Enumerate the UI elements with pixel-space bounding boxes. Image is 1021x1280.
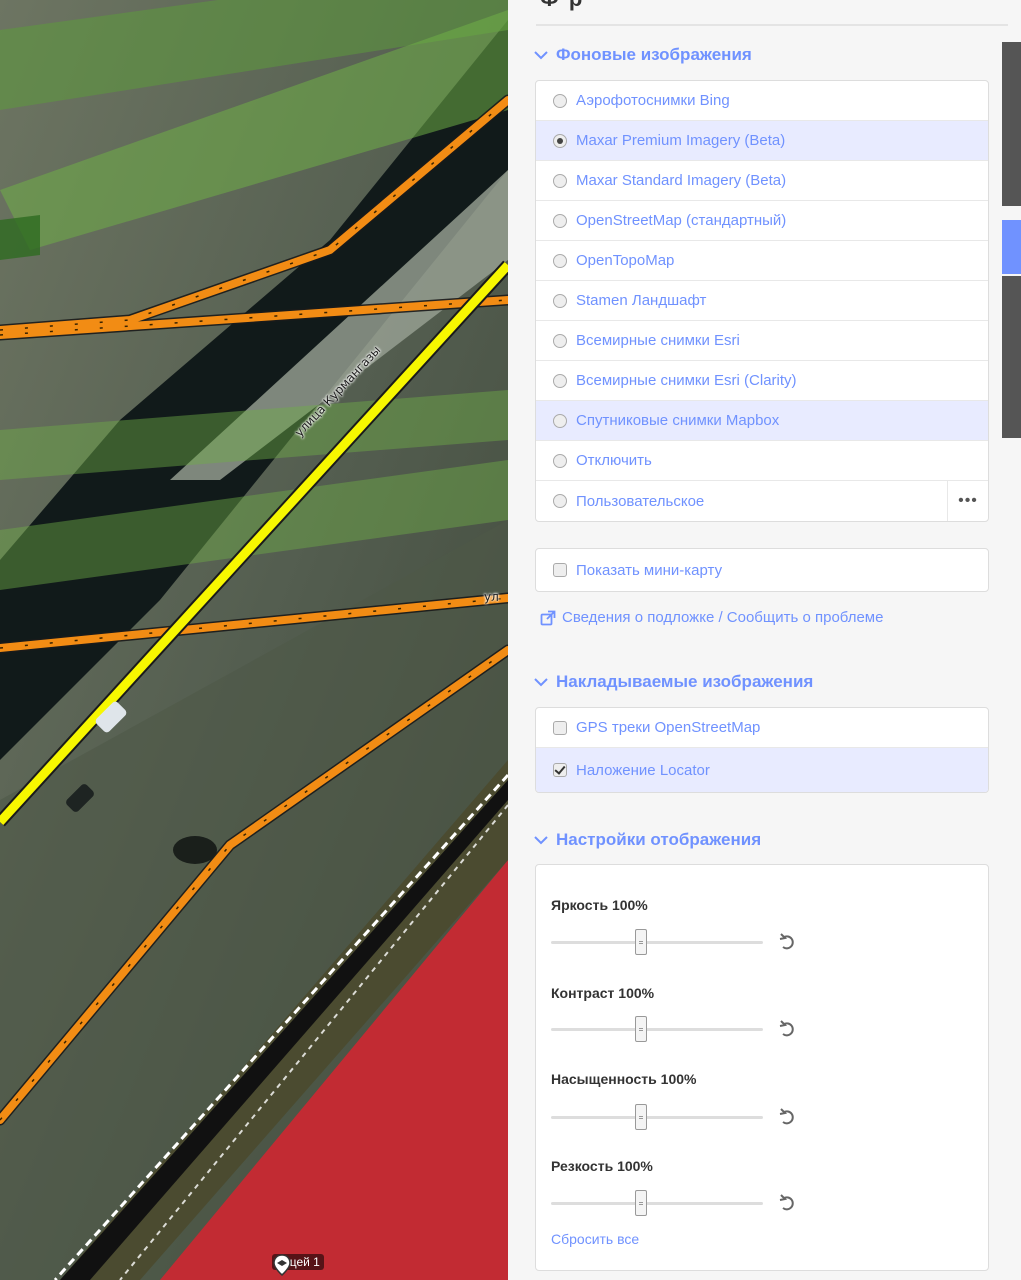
reset-all-link[interactable]: Сбросить все	[551, 1231, 639, 1247]
school-pin-icon	[273, 1254, 291, 1276]
option-label: GPS треки OpenStreetMap	[576, 719, 761, 736]
pane-title: Ф р	[540, 0, 584, 12]
checkbox-icon[interactable]	[553, 720, 567, 735]
contrast-slider-thumb[interactable]	[635, 1016, 647, 1042]
background-option-esri[interactable]: Всемирные снимки Esri	[536, 321, 988, 361]
section-title-background: Фоновые изображения	[556, 45, 752, 64]
background-option-opentopomap[interactable]: OpenTopoMap	[536, 241, 988, 281]
option-label: Maxar Standard Imagery (Beta)	[576, 172, 787, 189]
radio-checked-icon[interactable]	[553, 133, 567, 148]
undo-icon[interactable]	[778, 932, 798, 952]
info-link-text: Сведения о подложке / Сообщить о проблем…	[562, 609, 884, 626]
option-label: Наложение Locator	[576, 761, 710, 779]
undo-icon[interactable]	[778, 1019, 798, 1039]
radio-icon[interactable]	[553, 413, 567, 428]
display-options-box: Яркость 100% Контраст 100% Насыщенность …	[535, 864, 989, 1271]
option-label: OpenStreetMap (стандартный)	[576, 212, 787, 229]
background-option-stamen[interactable]: Stamen Ландшафт	[536, 281, 988, 321]
background-pane-button[interactable]	[1002, 220, 1021, 274]
chevron-down-icon	[534, 678, 548, 687]
minimap-label: Показать мини-карту	[576, 561, 723, 579]
radio-icon[interactable]	[553, 494, 567, 508]
radio-icon[interactable]	[553, 293, 567, 308]
radio-icon[interactable]	[553, 93, 567, 108]
minimap-toggle[interactable]: Показать мини-карту	[536, 549, 988, 591]
map-controls-bottom[interactable]	[1002, 276, 1021, 438]
background-option-maxar-standard[interactable]: Maxar Standard Imagery (Beta)	[536, 161, 988, 201]
radio-icon[interactable]	[553, 253, 567, 268]
radio-icon[interactable]	[553, 333, 567, 348]
contrast-slider[interactable]	[551, 1028, 763, 1031]
overlay-list: GPS треки OpenStreetMap Наложение Locato…	[535, 707, 989, 793]
radio-icon[interactable]	[553, 453, 567, 468]
background-info-link[interactable]: Сведения о подложке / Сообщить о проблем…	[540, 609, 883, 626]
map-imagery	[0, 0, 508, 1280]
brightness-slider-thumb[interactable]	[635, 929, 647, 955]
overlay-option-locator[interactable]: Наложение Locator	[536, 748, 988, 792]
sharpness-slider-thumb[interactable]	[635, 1190, 647, 1216]
option-label: Пользовательское	[576, 492, 705, 510]
section-title-display: Настройки отображения	[556, 830, 762, 849]
section-toggle-display[interactable]: Настройки отображения	[534, 830, 761, 850]
chevron-down-icon	[534, 836, 548, 845]
background-list: Аэрофотоснимки Bing Maxar Premium Imager…	[535, 80, 989, 522]
background-option-mapbox[interactable]: Спутниковые снимки Mapbox	[536, 401, 988, 441]
checkbox-icon[interactable]	[553, 563, 567, 577]
background-option-custom[interactable]: Пользовательское •••	[536, 481, 988, 521]
radio-icon[interactable]	[553, 373, 567, 388]
external-link-icon	[540, 610, 556, 625]
option-label: Спутниковые снимки Mapbox	[576, 412, 780, 429]
option-label: Всемирные снимки Esri (Clarity)	[576, 372, 797, 389]
background-option-none[interactable]: Отключить	[536, 441, 988, 481]
brightness-slider[interactable]	[551, 941, 763, 944]
option-label: Всемирные снимки Esri	[576, 332, 740, 349]
sharpness-label: Резкость 100%	[551, 1158, 653, 1174]
brightness-label: Яркость 100%	[551, 897, 648, 913]
radio-icon[interactable]	[553, 173, 567, 188]
poi-marker[interactable]: лицей 1	[272, 1254, 324, 1276]
section-toggle-background[interactable]: Фоновые изображения	[534, 45, 752, 65]
background-pane: Ф р Фоновые изображения Аэрофотоснимки B…	[508, 0, 1021, 1280]
map-controls-top[interactable]	[1002, 42, 1021, 206]
option-label: OpenTopoMap	[576, 252, 675, 269]
background-option-bing[interactable]: Аэрофотоснимки Bing	[536, 81, 988, 121]
undo-icon[interactable]	[778, 1107, 798, 1127]
option-label: Отключить	[576, 452, 652, 469]
pane-divider	[536, 24, 1008, 26]
contrast-label: Контраст 100%	[551, 985, 655, 1001]
background-option-esri-clarity[interactable]: Всемирные снимки Esri (Clarity)	[536, 361, 988, 401]
saturation-label: Насыщенность 100%	[551, 1071, 697, 1087]
option-label: Maxar Premium Imagery (Beta)	[576, 132, 786, 149]
section-toggle-overlays[interactable]: Накладываемые изображения	[534, 672, 813, 692]
saturation-slider[interactable]	[551, 1116, 763, 1119]
background-option-maxar-premium[interactable]: Maxar Premium Imagery (Beta)	[536, 121, 988, 161]
option-label: Аэрофотоснимки Bing	[576, 92, 730, 109]
undo-icon[interactable]	[778, 1193, 798, 1213]
overlay-option-gps-traces[interactable]: GPS треки OpenStreetMap	[536, 708, 988, 748]
street-label-partial: ул	[484, 590, 499, 604]
checkbox-checked-icon[interactable]	[553, 763, 567, 777]
minimap-box: Показать мини-карту	[535, 548, 989, 592]
chevron-down-icon	[534, 51, 548, 60]
sharpness-slider[interactable]	[551, 1202, 763, 1205]
map-canvas[interactable]: улица Курмангазы ул лицей 1	[0, 0, 508, 1280]
option-label: Stamen Ландшафт	[576, 292, 707, 309]
radio-icon[interactable]	[553, 213, 567, 228]
section-title-overlays: Накладываемые изображения	[556, 672, 814, 691]
custom-more-button[interactable]: •••	[947, 481, 988, 521]
saturation-slider-thumb[interactable]	[635, 1104, 647, 1130]
background-option-osm[interactable]: OpenStreetMap (стандартный)	[536, 201, 988, 241]
